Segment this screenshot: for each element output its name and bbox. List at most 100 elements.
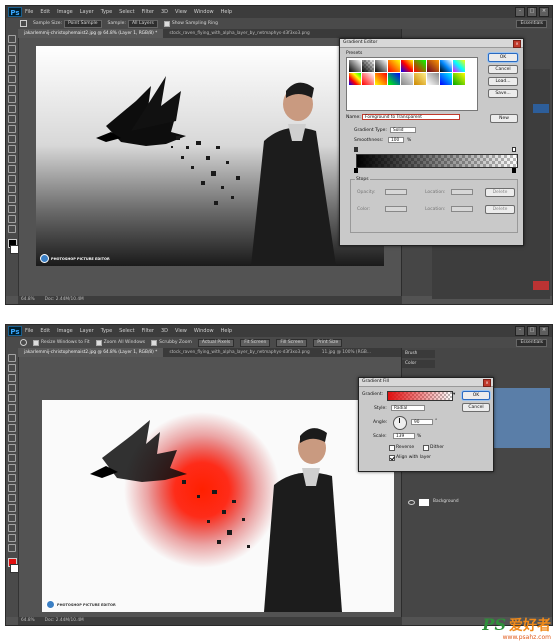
- menu-select[interactable]: Select: [119, 328, 134, 334]
- shape-tool-icon[interactable]: [8, 524, 16, 532]
- preset-swatch[interactable]: [362, 60, 374, 72]
- angle-field[interactable]: 90: [411, 419, 433, 425]
- color-stop-right[interactable]: [512, 168, 516, 173]
- type-tool-icon[interactable]: [8, 185, 16, 193]
- preset-swatch[interactable]: [375, 73, 387, 85]
- tab-document-2[interactable]: stock_raven_flying_with_alpha_layer_by_n…: [163, 29, 315, 38]
- pen-tool-icon[interactable]: [8, 494, 16, 502]
- panel-tab-brush[interactable]: Brush: [402, 350, 435, 358]
- menu-image[interactable]: Image: [57, 9, 73, 15]
- fill-screen-button[interactable]: Fill Screen: [276, 338, 308, 347]
- background-color-swatch[interactable]: [10, 245, 19, 254]
- tab-document-3[interactable]: 11.jpg @ 100% (RGB...: [316, 348, 377, 357]
- preset-swatch[interactable]: [388, 73, 400, 85]
- marquee-tool-icon[interactable]: [8, 364, 16, 372]
- gradient-picker[interactable]: [387, 391, 453, 401]
- healing-brush-tool-icon[interactable]: [8, 95, 16, 103]
- preset-swatch[interactable]: [375, 60, 387, 72]
- menu-image[interactable]: Image: [57, 328, 73, 334]
- cancel-button[interactable]: Cancel: [488, 65, 518, 74]
- eye-icon[interactable]: [408, 499, 415, 505]
- presets-grid[interactable]: [346, 57, 478, 111]
- opacity-location-field[interactable]: [451, 189, 473, 195]
- style-select[interactable]: Radial: [391, 405, 425, 411]
- layer-row-background[interactable]: Background: [406, 498, 550, 506]
- shape-tool-icon[interactable]: [8, 205, 16, 213]
- opacity-field[interactable]: [385, 189, 407, 195]
- menu-view[interactable]: View: [175, 9, 187, 15]
- hand-tool-icon[interactable]: [8, 534, 16, 542]
- show-sampling-ring-checkbox[interactable]: [163, 20, 170, 27]
- zoom-all-checkbox[interactable]: [95, 339, 102, 346]
- menu-filter[interactable]: Filter: [142, 9, 154, 15]
- crop-tool-icon[interactable]: [8, 394, 16, 402]
- preset-swatch[interactable]: [401, 60, 413, 72]
- tab-document-1[interactable]: jakarlemmij-christophemaist2.jpg @ 64.8%…: [18, 29, 164, 38]
- actual-pixels-button[interactable]: Actual Pixels: [197, 338, 235, 347]
- hand-tool-icon[interactable]: [8, 215, 16, 223]
- eyedropper-tool-icon[interactable]: [20, 20, 27, 27]
- minimize-button[interactable]: –: [515, 326, 525, 336]
- close-window-button[interactable]: ×: [539, 7, 549, 17]
- quick-select-tool-icon[interactable]: [8, 384, 16, 392]
- resize-windows-checkbox[interactable]: [33, 339, 39, 346]
- quick-select-tool-icon[interactable]: [8, 65, 16, 73]
- angle-dial[interactable]: [393, 416, 407, 430]
- menu-type[interactable]: Type: [101, 328, 112, 334]
- gradient-preview-bar[interactable]: [356, 154, 518, 168]
- color-stop-left[interactable]: [354, 168, 358, 173]
- layer-thumbnail[interactable]: [533, 104, 549, 113]
- background-color-swatch[interactable]: [10, 564, 19, 573]
- menu-layer[interactable]: Layer: [80, 9, 94, 15]
- dodge-tool-icon[interactable]: [8, 484, 16, 492]
- layer-thumbnail-red[interactable]: [533, 281, 549, 290]
- marquee-tool-icon[interactable]: [8, 45, 16, 53]
- menu-3d[interactable]: 3D: [161, 328, 168, 334]
- sample-select[interactable]: All Layers: [127, 19, 158, 28]
- opacity-stop-left[interactable]: [354, 147, 358, 152]
- preset-swatch[interactable]: [427, 73, 439, 85]
- fit-screen-button[interactable]: Fit Screen: [240, 338, 271, 347]
- menu-help[interactable]: Help: [221, 328, 232, 334]
- menu-window[interactable]: Window: [194, 9, 214, 15]
- close-icon[interactable]: ×: [483, 379, 491, 387]
- tab-document-1[interactable]: jakarlemmij-christophemaist2.jpg @ 64.8%…: [18, 348, 164, 357]
- preset-swatch[interactable]: [440, 60, 452, 72]
- clone-stamp-tool-icon[interactable]: [8, 434, 16, 442]
- menu-layer[interactable]: Layer: [80, 328, 94, 334]
- scrubby-zoom-checkbox[interactable]: [151, 339, 158, 346]
- scale-field[interactable]: 139: [393, 433, 415, 439]
- pen-tool-icon[interactable]: [8, 175, 16, 183]
- delete-opacity-button[interactable]: Delete: [485, 188, 515, 197]
- history-brush-tool-icon[interactable]: [8, 444, 16, 452]
- gradient-tool-icon[interactable]: [8, 145, 16, 153]
- opacity-stop-right[interactable]: [512, 147, 516, 152]
- gradient-name-field[interactable]: Foreground to Transparent: [362, 114, 460, 120]
- tab-document-2[interactable]: stock_raven_flying_with_alpha_layer_by_n…: [163, 348, 315, 357]
- type-tool-icon[interactable]: [8, 504, 16, 512]
- dither-checkbox[interactable]: [423, 445, 429, 451]
- document-canvas[interactable]: PHOTOSHOP PICTURE EDITOR: [42, 400, 394, 612]
- menu-window[interactable]: Window: [194, 328, 214, 334]
- new-button[interactable]: New: [490, 114, 518, 123]
- menu-type[interactable]: Type: [101, 9, 112, 15]
- document-canvas[interactable]: PHOTOSHOP PICTURE EDITOR: [36, 46, 384, 266]
- preset-swatch[interactable]: [401, 73, 413, 85]
- cancel-button[interactable]: Cancel: [462, 403, 490, 412]
- menu-file[interactable]: File: [25, 9, 33, 15]
- ok-button[interactable]: OK: [462, 391, 490, 400]
- align-with-layer-checkbox[interactable]: [389, 455, 395, 461]
- preset-swatch[interactable]: [453, 73, 465, 85]
- preset-swatch[interactable]: [349, 60, 361, 72]
- path-select-tool-icon[interactable]: [8, 195, 16, 203]
- maximize-button[interactable]: □: [527, 326, 537, 336]
- lasso-tool-icon[interactable]: [8, 55, 16, 63]
- preset-swatch[interactable]: [414, 60, 426, 72]
- maximize-button[interactable]: □: [527, 7, 537, 17]
- preset-swatch[interactable]: [453, 60, 465, 72]
- menu-view[interactable]: View: [175, 328, 187, 334]
- menu-select[interactable]: Select: [119, 9, 134, 15]
- gradient-type-select[interactable]: Solid: [390, 127, 416, 133]
- menu-file[interactable]: File: [25, 328, 33, 334]
- minimize-button[interactable]: –: [515, 7, 525, 17]
